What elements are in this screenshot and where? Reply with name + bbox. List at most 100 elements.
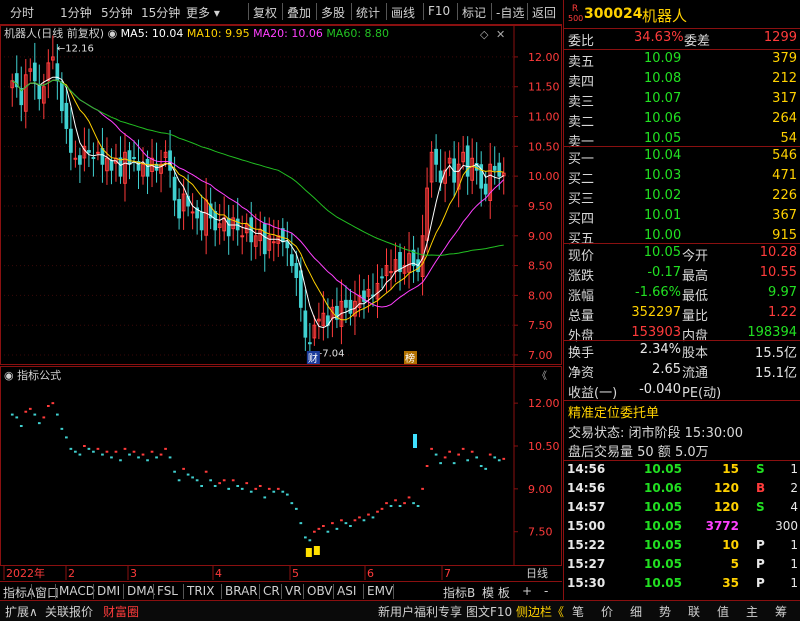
signal-marker xyxy=(313,546,320,555)
statusbar-left-2[interactable]: 财富圈 xyxy=(103,603,139,620)
tick-time: 15:22 xyxy=(567,538,606,552)
toolbar-button-5[interactable]: F10 xyxy=(428,4,450,18)
kline-chart-area[interactable]: 12.00 11.50 11.00 10.50 10.00 9.50 9.00 8.50 8.0… xyxy=(0,25,562,580)
sell-row-0[interactable]: 卖五 10.09 379 xyxy=(564,51,800,71)
signal-marker xyxy=(305,548,312,557)
toolbar-button-1[interactable]: 叠加 xyxy=(287,4,311,21)
sell-volume: 379 xyxy=(772,51,797,66)
y-tick-label: 7.50 xyxy=(528,319,553,332)
statusbar-mid-1[interactable]: 图文F10 xyxy=(466,603,512,620)
toolbar-button-2[interactable]: 多股 xyxy=(321,4,345,21)
tab-divider xyxy=(55,584,56,599)
sell-volume: 264 xyxy=(772,111,797,126)
period-tab-2[interactable]: 5分钟 xyxy=(101,4,133,21)
candle-body xyxy=(308,342,312,345)
statusbar-right-1[interactable]: 价 xyxy=(601,603,613,620)
sell-label: 卖三 xyxy=(568,95,595,110)
period-tab-0[interactable]: 分时 xyxy=(10,4,34,21)
indicator-tab-right-2[interactable]: + xyxy=(522,584,532,598)
candle-body xyxy=(100,148,105,165)
toolbar-button-6[interactable]: 标记 xyxy=(462,4,486,21)
stat2-label: PE(动) xyxy=(682,386,722,401)
indicator-tab-8[interactable]: CR xyxy=(263,584,280,598)
buy-price: 10.01 xyxy=(644,208,682,223)
toolbar-button-0[interactable]: 复权 xyxy=(253,4,277,21)
toolbar-divider xyxy=(316,3,317,20)
indicator-tab-11[interactable]: ASI xyxy=(337,584,356,598)
toolbar-divider xyxy=(423,3,424,20)
toolbar-button-3[interactable]: 统计 xyxy=(356,4,380,21)
indicator-tab-right-1[interactable]: 模 板 xyxy=(482,584,510,601)
stat-label: 最高 xyxy=(682,269,709,284)
sub-chart-title[interactable]: ◉ 指标公式 xyxy=(4,368,61,382)
indicator-tab-4[interactable]: DMA xyxy=(127,584,155,598)
indicator-tab-3[interactable]: DMI xyxy=(97,584,120,598)
buy-row-0[interactable]: 买一 10.04 546 xyxy=(564,148,800,168)
statusbar-right-2[interactable]: 细 xyxy=(630,603,642,620)
candle-body xyxy=(87,150,91,153)
close-icon[interactable]: ✕ xyxy=(496,28,505,41)
precise-title[interactable]: 精准定位委托单 xyxy=(568,402,659,421)
divider xyxy=(564,340,800,341)
y-tick-label: 11.50 xyxy=(528,81,560,94)
toolbar-button-8[interactable]: 返回 xyxy=(532,4,556,21)
legend-ma-3: MA60: 8.80 xyxy=(326,27,389,40)
indicator-tab-right-0[interactable]: 指标B xyxy=(443,584,475,601)
x-tick-label: 2 xyxy=(68,567,75,580)
stat-value: -0.17 xyxy=(647,265,681,280)
candle-body xyxy=(132,157,136,160)
statusbar-right-7[interactable]: 筹 xyxy=(775,603,787,620)
toolbar-button-4[interactable]: 画线 xyxy=(391,4,415,21)
statusbar-right-6[interactable]: 主 xyxy=(746,603,758,620)
indicator-tab-right-3[interactable]: - xyxy=(544,584,548,598)
sell-row-2[interactable]: 卖三 10.07 317 xyxy=(564,91,800,111)
after-hours-row: 盘后交易量 50 额 5.0万 xyxy=(564,441,800,461)
tag-bang[interactable]: 榜 xyxy=(405,352,415,365)
indicator-tab-10[interactable]: OBV xyxy=(307,584,333,598)
indicator-tab-7[interactable]: BRAR xyxy=(225,584,258,598)
period-tab-1[interactable]: 1分钟 xyxy=(60,4,92,21)
statusbar-mid-0[interactable]: 新用户福利专享 xyxy=(378,603,462,620)
indicator-tab-5[interactable]: FSL xyxy=(157,584,178,598)
tick-volume: 120 xyxy=(713,481,739,495)
statusbar-mid-2[interactable]: 侧边栏《 xyxy=(516,603,564,620)
y-tick-label: 10.00 xyxy=(528,170,560,183)
statusbar-right-3[interactable]: 势 xyxy=(659,603,671,620)
kline-chart-svg[interactable]: 12.00 11.50 11.00 10.50 10.00 9.50 9.00 8.50 8.0… xyxy=(0,25,562,581)
indicator-tab-2[interactable]: MACD xyxy=(59,584,95,598)
buy-price: 10.03 xyxy=(644,168,682,183)
statusbar-left-1[interactable]: 关联报价 xyxy=(45,603,93,620)
toolbar-button-7[interactable]: -自选 xyxy=(496,4,524,21)
period-tab-3[interactable]: 15分钟 xyxy=(141,4,180,21)
period-label[interactable]: 日线 xyxy=(526,566,548,580)
statusbar-right-5[interactable]: 值 xyxy=(717,603,729,620)
stat-label: 今开 xyxy=(682,249,709,264)
tick-volume: 5 xyxy=(730,557,739,571)
sell-row-1[interactable]: 卖四 10.08 212 xyxy=(564,71,800,91)
diamond-icon[interactable]: ◇ xyxy=(480,28,489,41)
statusbar-left-0[interactable]: 扩展∧ xyxy=(5,603,38,620)
toolbar-divider xyxy=(491,3,492,20)
buy-row-2[interactable]: 买三 10.02 226 xyxy=(564,188,800,208)
tick-price: 10.05 xyxy=(644,462,682,476)
tab-divider xyxy=(153,584,154,599)
precise-title-row[interactable]: 精准定位委托单 xyxy=(564,402,800,422)
buy-row-1[interactable]: 买二 10.03 471 xyxy=(564,168,800,188)
tick-row: 15:22 10.05 10 P 1 xyxy=(564,538,800,558)
indicator-tab-12[interactable]: EMV xyxy=(367,584,393,598)
stat-row-0: 现价 10.05 今开 10.28 xyxy=(564,245,800,265)
indicator-tab-9[interactable]: VR xyxy=(285,584,302,598)
candle-body xyxy=(344,299,348,308)
tick-count: 2 xyxy=(790,481,798,495)
indicator-tab-6[interactable]: TRIX xyxy=(187,584,214,598)
statusbar-right-0[interactable]: 笔 xyxy=(572,603,584,620)
divider xyxy=(564,400,800,401)
tag-cai[interactable]: 财 xyxy=(308,352,318,365)
period-tab-4[interactable]: 更多 ▾ xyxy=(186,4,220,21)
buy-row-3[interactable]: 买四 10.01 367 xyxy=(564,208,800,228)
candle-body xyxy=(497,162,502,177)
sub-chart-menu-icon[interactable]: 《 xyxy=(537,370,547,382)
buy-volume: 226 xyxy=(772,188,797,203)
sell-row-3[interactable]: 卖二 10.06 264 xyxy=(564,111,800,131)
statusbar-right-4[interactable]: 联 xyxy=(688,603,700,620)
